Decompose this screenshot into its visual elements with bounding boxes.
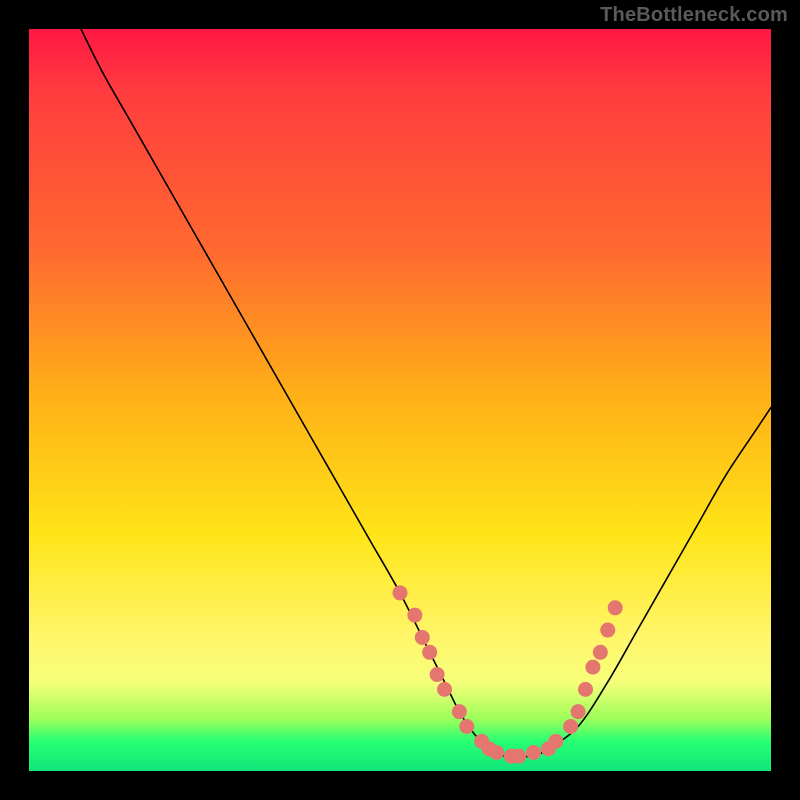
curve-marker: [608, 601, 622, 615]
curve-marker: [601, 623, 615, 637]
curve-marker: [571, 705, 585, 719]
chart-stage: TheBottleneck.com: [0, 0, 800, 800]
curve-marker: [452, 705, 466, 719]
curve-marker: [564, 719, 578, 733]
curve-marker: [579, 682, 593, 696]
plot-svg: [29, 29, 771, 771]
curve-marker: [393, 586, 407, 600]
curve-marker: [430, 668, 444, 682]
curve-marker: [423, 645, 437, 659]
curve-marker: [586, 660, 600, 674]
curve-marker: [512, 749, 526, 763]
watermark-text: TheBottleneck.com: [600, 4, 788, 27]
curve-marker: [438, 682, 452, 696]
curve-marker: [527, 745, 541, 759]
curve-marker: [549, 734, 563, 748]
plot-area: [29, 29, 771, 771]
curve-marker: [460, 719, 474, 733]
curve-marker: [593, 645, 607, 659]
curve-marker: [408, 608, 422, 622]
curve-marker: [415, 630, 429, 644]
curve-marker: [489, 745, 503, 759]
threshold-markers: [393, 586, 622, 763]
